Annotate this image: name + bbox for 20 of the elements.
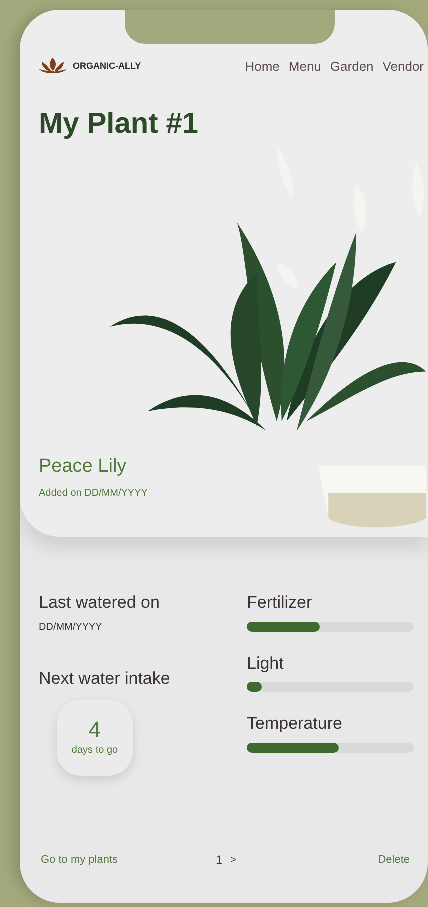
nav-link[interactable]: Home	[245, 57, 280, 77]
my-plants-link[interactable]: Go to my plants	[41, 852, 118, 868]
page-title: My Plant #1	[39, 110, 199, 139]
nav-link[interactable]: Vendor	[382, 57, 424, 77]
meter-label: Light	[247, 652, 284, 674]
last-watered-date: DD/MM/YYYY	[39, 620, 102, 634]
meter-label: Fertilizer	[247, 592, 312, 614]
nav-link[interactable]: Garden	[330, 57, 374, 77]
brand-name: ORGANIC-ALLY	[73, 60, 142, 74]
delete-button[interactable]: Delete	[378, 852, 410, 868]
next-water-label: Next water intake	[39, 668, 170, 690]
days-caption: days to go	[72, 744, 118, 758]
page-number: 1	[216, 852, 223, 869]
added-date: Added on DD/MM/YYYY	[39, 487, 148, 501]
meter-label: Temperature	[247, 713, 342, 735]
nav-link[interactable]: Menu	[288, 57, 322, 77]
last-watered-label: Last watered on	[39, 592, 160, 614]
days-count: 4	[88, 718, 102, 740]
plant-name: Peace Lily	[39, 455, 127, 479]
next-page-button[interactable]: >	[230, 852, 237, 868]
